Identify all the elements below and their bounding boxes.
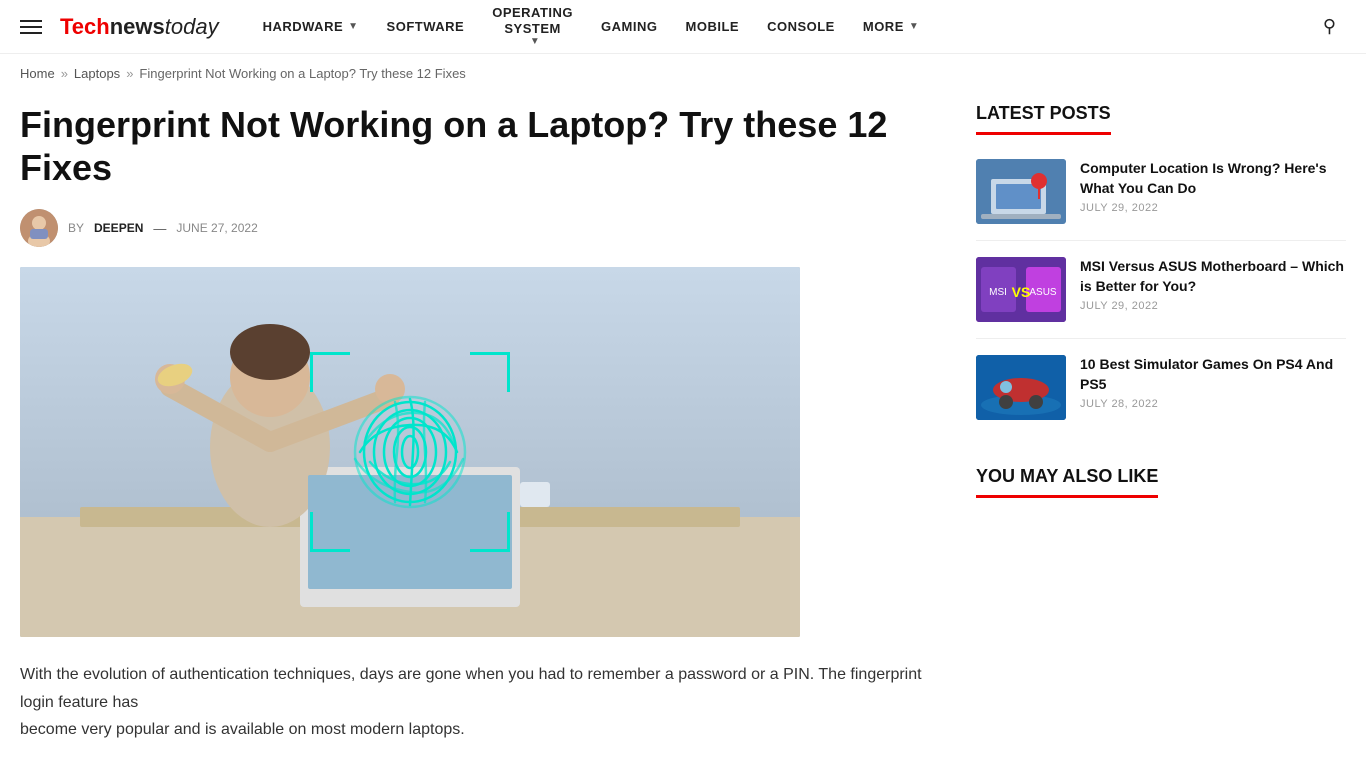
post-date-3: JULY 28, 2022 <box>1080 398 1346 410</box>
post-title-3[interactable]: 10 Best Simulator Games On PS4 And PS5 <box>1080 355 1346 394</box>
post-date-1: JULY 29, 2022 <box>1080 202 1346 214</box>
hamburger-menu[interactable] <box>20 20 42 34</box>
hero-image <box>20 267 800 637</box>
breadcrumb-sep-2: » <box>126 66 133 81</box>
breadcrumb-sep-1: » <box>61 66 68 81</box>
breadcrumb: Home » Laptops » Fingerprint Not Working… <box>0 54 1366 93</box>
svg-text:MSI: MSI <box>989 287 1007 298</box>
author-name[interactable]: DEEPEN <box>94 221 143 235</box>
scan-corner-tr <box>470 352 510 392</box>
list-item: MSI ASUS VS MSI Versus ASUS Motherboard … <box>976 257 1346 339</box>
page-container: Fingerprint Not Working on a Laptop? Try… <box>0 93 1366 743</box>
nav-item-gaming[interactable]: GAMING <box>587 0 671 54</box>
avatar-svg <box>20 209 58 247</box>
article-body: With the evolution of authentication tec… <box>20 661 936 743</box>
logo-tech: Tech <box>60 14 110 39</box>
nav-item-console[interactable]: CONSOLE <box>753 0 849 54</box>
latest-posts-section: LATEST POSTS Computer <box>976 103 1346 436</box>
post-thumbnail-1[interactable] <box>976 159 1066 224</box>
chevron-down-icon: ▼ <box>909 21 919 32</box>
main-nav: HARDWARE ▼ SOFTWARE OPERATING SYSTEM ▼ G… <box>249 0 1313 54</box>
you-may-also-like-title: YOU MAY ALSO LIKE <box>976 466 1158 498</box>
site-header: Technewstoday HARDWARE ▼ SOFTWARE OPERAT… <box>0 0 1366 54</box>
breadcrumb-laptops[interactable]: Laptops <box>74 66 120 81</box>
article-para-2: become very popular and is available on … <box>20 716 936 743</box>
fingerprint-icon <box>345 387 475 517</box>
breadcrumb-home[interactable]: Home <box>20 66 55 81</box>
by-label: BY <box>68 221 84 235</box>
article: Fingerprint Not Working on a Laptop? Try… <box>20 93 936 743</box>
date-separator: — <box>153 221 166 236</box>
nav-item-more[interactable]: MORE ▼ <box>849 0 933 54</box>
nav-item-hardware[interactable]: HARDWARE ▼ <box>249 0 373 54</box>
post-info-2: MSI Versus ASUS Motherboard – Which is B… <box>1080 257 1346 312</box>
list-item: Computer Location Is Wrong? Here's What … <box>976 159 1346 241</box>
post-date-2: JULY 29, 2022 <box>1080 300 1346 312</box>
you-may-also-like-section: YOU MAY ALSO LIKE <box>976 466 1346 506</box>
breadcrumb-current: Fingerprint Not Working on a Laptop? Try… <box>139 66 465 81</box>
avatar-image <box>20 209 58 247</box>
post-title-1[interactable]: Computer Location Is Wrong? Here's What … <box>1080 159 1346 198</box>
sidebar: LATEST POSTS Computer <box>976 93 1346 743</box>
scan-corner-br <box>470 512 510 552</box>
article-title: Fingerprint Not Working on a Laptop? Try… <box>20 103 936 189</box>
post-thumbnail-3[interactable] <box>976 355 1066 420</box>
svg-text:VS: VS <box>1012 284 1031 300</box>
list-item: 10 Best Simulator Games On PS4 And PS5 J… <box>976 355 1346 436</box>
avatar <box>20 209 58 247</box>
post-title-2[interactable]: MSI Versus ASUS Motherboard – Which is B… <box>1080 257 1346 296</box>
article-para-1: With the evolution of authentication tec… <box>20 661 936 715</box>
scan-corner-tl <box>310 352 350 392</box>
chevron-down-icon: ▼ <box>348 21 358 32</box>
svg-text:ASUS: ASUS <box>1029 287 1057 298</box>
fingerprint-scan-overlay <box>310 352 510 552</box>
site-logo[interactable]: Technewstoday <box>60 14 219 40</box>
article-date: JUNE 27, 2022 <box>176 221 257 235</box>
chevron-down-icon: ▼ <box>530 36 540 48</box>
logo-news: news <box>110 14 165 39</box>
nav-item-software[interactable]: SOFTWARE <box>373 0 479 54</box>
scan-corner-bl <box>310 512 350 552</box>
nav-item-operating-system[interactable]: OPERATING SYSTEM ▼ <box>478 0 587 54</box>
latest-posts-title: LATEST POSTS <box>976 103 1111 135</box>
search-button[interactable]: ⚲ <box>1313 16 1346 37</box>
author-line: BY DEEPEN — JUNE 27, 2022 <box>20 209 936 247</box>
post-info-1: Computer Location Is Wrong? Here's What … <box>1080 159 1346 214</box>
logo-today: today <box>165 14 219 39</box>
post-info-3: 10 Best Simulator Games On PS4 And PS5 J… <box>1080 355 1346 410</box>
nav-item-mobile[interactable]: MOBILE <box>672 0 754 54</box>
post-thumbnail-2[interactable]: MSI ASUS VS <box>976 257 1066 322</box>
